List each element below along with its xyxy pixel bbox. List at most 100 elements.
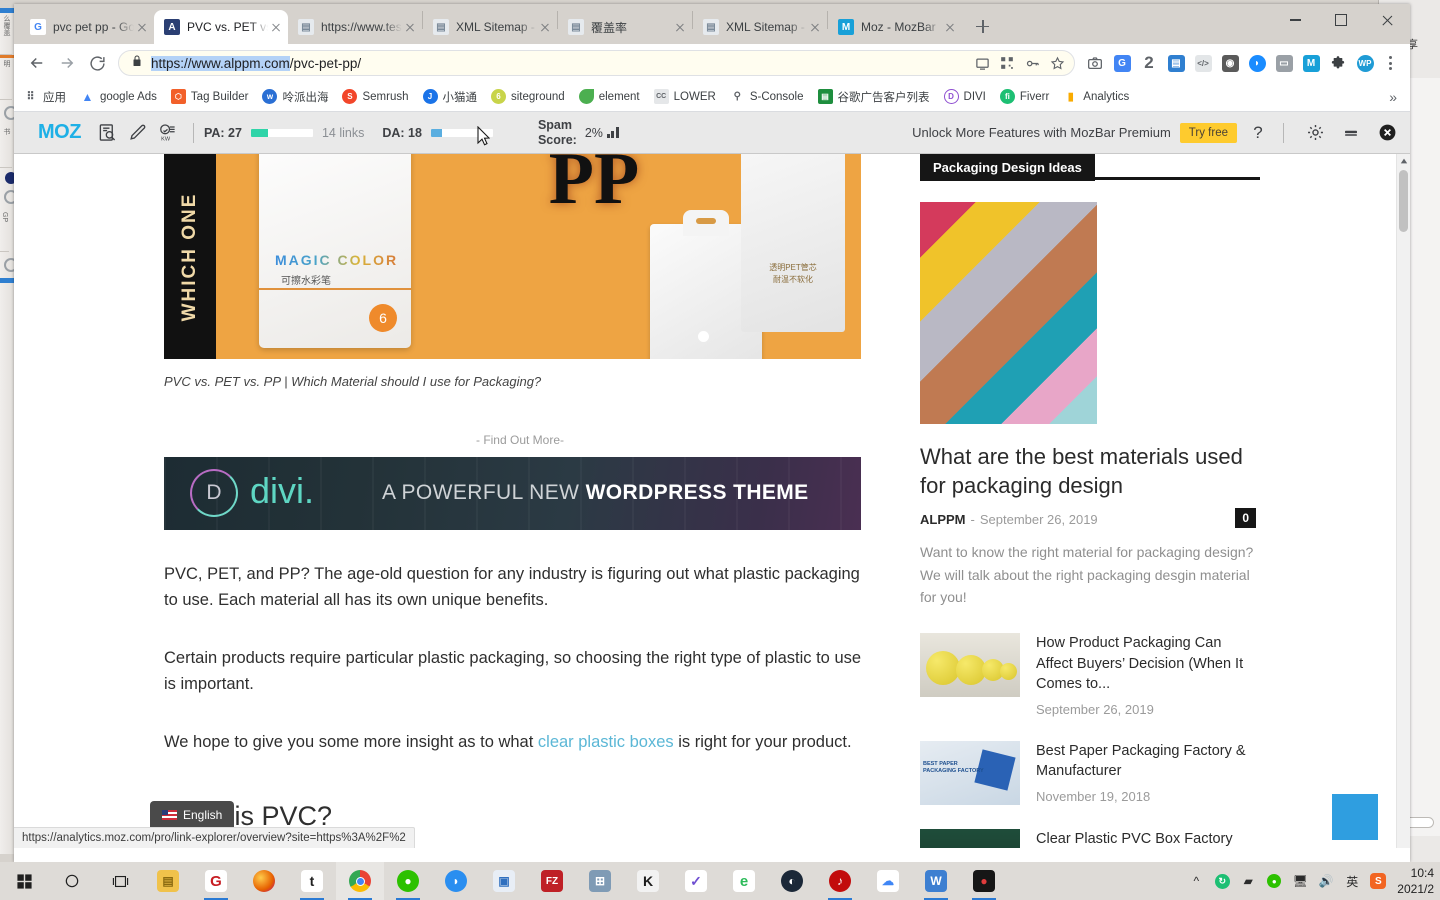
grammarly-icon[interactable]: ◗ [432,862,480,900]
network-icon[interactable]: 🖥 [1287,862,1313,900]
task-view-icon[interactable] [96,862,144,900]
clear-plastic-boxes-link[interactable]: clear plastic boxes [538,733,674,751]
list-item-title[interactable]: Best Paper Packaging Factory & Manufactu… [1036,741,1260,782]
help-button[interactable]: ? [1243,118,1273,148]
minimize-bar-icon[interactable] [1336,118,1366,148]
todo-icon[interactable]: ✓ [672,862,720,900]
screen-recorder-icon[interactable]: ● [960,862,1008,900]
netease-music-icon[interactable]: ♪ [816,862,864,900]
new-tab-button[interactable] [968,12,996,40]
scroll-up-arrow-icon[interactable] [1397,154,1410,168]
bookmark-lower[interactable]: CC LOWER [653,89,716,104]
keyword-icon[interactable]: KW [153,118,183,148]
star-icon[interactable] [1046,52,1068,74]
list-item-title[interactable]: Clear Plastic PVC Box Factory Suppliers … [1036,829,1260,848]
close-circle-icon[interactable] [1372,118,1402,148]
bookmark-fiverr[interactable]: fi Fiverr [999,89,1049,104]
battery-icon[interactable]: ▰ [1235,862,1261,900]
list-item-title[interactable]: How Product Packaging Can Affect Buyers’… [1036,633,1260,695]
bookmark-apps[interactable]: ⠿ 应用 [23,89,66,105]
wp-extension-icon[interactable]: WP [1352,50,1378,76]
hero-image[interactable]: WHICH ONE MAGIC COLOR 可擦水彩笔 6 vs. PP [164,154,861,359]
wechat-tray-icon[interactable]: ● [1261,862,1287,900]
qr-code-icon[interactable] [996,52,1018,74]
browser-tab[interactable]: ▤ XML Sitemap - JM [423,10,557,44]
kmplayer-icon[interactable]: K [624,862,672,900]
wheel-extension-icon[interactable]: ◉ [1217,50,1243,76]
bookmark-siteground[interactable]: 6 siteground [491,89,565,104]
browser-tab[interactable]: M Moz - MozBar [828,10,962,44]
scrollbar-thumb[interactable] [1399,170,1408,232]
bookmark-xiaomaotong[interactable]: J 小猫通 [422,89,477,105]
browser-tab-active[interactable]: A PVC vs. PET vs. PP [154,10,288,44]
tab-close-icon[interactable] [672,19,688,35]
grammar-extension-icon[interactable]: G [1109,50,1135,76]
tab-close-icon[interactable] [942,19,958,35]
highlighter-icon[interactable] [123,118,153,148]
chrome-icon[interactable] [336,862,384,900]
tab-close-icon[interactable] [268,19,284,35]
code-extension-icon[interactable]: </> [1190,50,1216,76]
file-explorer-icon[interactable]: ▤ [144,862,192,900]
typora-icon[interactable]: t [288,862,336,900]
moz-logo[interactable]: MOZ [38,121,81,144]
address-bar[interactable]: https://www.alppm.com/pvc-pet-pp/ [118,50,1075,76]
divi-ad-banner[interactable]: D divi. A POWERFUL NEW WORDPRESS THEME [164,457,861,530]
steam-icon[interactable]: ◐ [768,862,816,900]
back-to-top-button[interactable] [1332,794,1378,840]
try-free-button[interactable]: Try free [1179,122,1237,143]
bookmark-analytics[interactable]: ▮ Analytics [1063,89,1129,104]
search-circle-icon[interactable] [48,862,96,900]
forward-arrow-icon[interactable] [52,48,82,78]
list-item[interactable]: BEST PVC BOXFACTORY Clear Plastic PVC Bo… [920,828,1260,848]
list-item[interactable]: How Product Packaging Can Affect Buyers’… [920,633,1260,717]
calculator-icon[interactable]: ⊞ [576,862,624,900]
puzzle-extensions-icon[interactable] [1325,50,1351,76]
sidebar-featured-title[interactable]: What are the best materials used for pac… [920,442,1260,500]
volume-icon[interactable]: 🔊 [1313,862,1339,900]
grammarly-extension-icon[interactable]: ◗ [1244,50,1270,76]
comment-count-badge[interactable]: 0 [1235,508,1256,529]
moz-extension-icon[interactable]: M [1298,50,1324,76]
bookmark-semrush[interactable]: S Semrush [342,89,409,104]
browser-tab[interactable]: G pvc pet pp - Goo [20,10,154,44]
sidebar-extension-icon[interactable]: ▤ [1163,50,1189,76]
ime-icon[interactable]: 英 [1339,862,1365,900]
bookmark-tag-builder[interactable]: ⬡ Tag Builder [170,89,248,104]
featured-author[interactable]: ALPPM [920,512,966,527]
windows-start-icon[interactable] [0,862,48,900]
gitee-icon[interactable]: G [192,862,240,900]
baidu-netdisk-icon[interactable]: ☁ [864,862,912,900]
update-icon[interactable]: ↻ [1209,862,1235,900]
page-scrollbar[interactable] [1396,154,1410,848]
tab-close-icon[interactable] [537,19,553,35]
remote-desktop-icon[interactable]: ▣ [480,862,528,900]
browser-tab[interactable]: ▤ https://www.testh [288,10,422,44]
ie-icon[interactable]: e [720,862,768,900]
list-item[interactable]: BEST PAPER PACKAGING FACTORY Best Paper P… [920,740,1260,805]
counter-extension-icon[interactable]: 2 [1136,50,1162,76]
close-window-button[interactable] [1364,4,1410,36]
minimize-button[interactable] [1272,4,1318,36]
bookmark-divi[interactable]: D DIVI [943,89,986,104]
wechat-icon[interactable]: ● [384,862,432,900]
gear-icon[interactable] [1300,118,1330,148]
bookmark-google-sheets[interactable]: ▤ 谷歌广告客户列表 [817,89,930,105]
back-arrow-icon[interactable] [22,48,52,78]
key-icon[interactable] [1021,52,1043,74]
browser-tab[interactable]: ▤ 覆盖率 [558,10,692,44]
reload-icon[interactable] [82,48,112,78]
tab-close-icon[interactable] [134,19,150,35]
maximize-button[interactable] [1318,4,1364,36]
bookmark-element[interactable]: element [578,89,640,104]
chevron-up-icon[interactable]: ^ [1183,862,1209,900]
wps-icon[interactable]: W [912,862,960,900]
browser-tab[interactable]: ▤ XML Sitemap - JM [693,10,827,44]
filezilla-icon[interactable]: FZ [528,862,576,900]
bookmark-s-console[interactable]: ⚲ S-Console [729,89,804,104]
kebab-menu-icon[interactable] [1378,50,1402,76]
sogou-icon[interactable]: S [1365,862,1391,900]
bookmark-google-ads[interactable]: ▲ google Ads [80,89,157,104]
firefox-icon[interactable] [240,862,288,900]
sidebar-featured-image[interactable] [920,202,1097,424]
